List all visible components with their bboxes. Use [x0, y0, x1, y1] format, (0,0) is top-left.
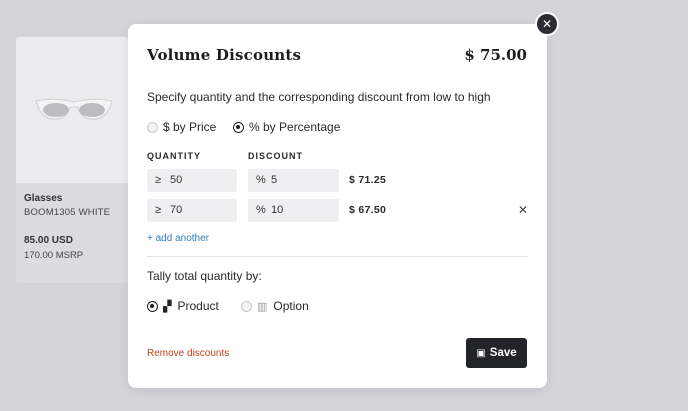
- percent-prefix: %: [256, 174, 266, 186]
- tier-row: ≥50 % 5 $ 71.25: [147, 169, 528, 192]
- product-info: Glasses BOOM1305 WHITE 85.00 USD 170.00 …: [16, 183, 128, 283]
- quantity-column-header: QUANTITY: [147, 151, 201, 161]
- tally-option-option[interactable]: ▥ Option: [241, 299, 309, 313]
- add-another-link[interactable]: + add another: [147, 233, 209, 244]
- modal-price: $ 75.00: [464, 46, 527, 64]
- discount-value: 10: [271, 204, 284, 216]
- product-icon: ▞: [163, 300, 172, 313]
- glasses-image: [35, 98, 113, 120]
- tally-product-option[interactable]: ▞ Product: [147, 299, 219, 313]
- save-icon: ▣: [476, 347, 486, 359]
- modal-title: Volume Discounts: [147, 46, 302, 64]
- discount-type-percentage-option[interactable]: % by Percentage: [233, 120, 340, 134]
- product-radio[interactable]: [147, 300, 158, 312]
- percentage-radio[interactable]: [233, 121, 244, 133]
- divider: [147, 256, 528, 257]
- product-msrp: 170.00 MSRP: [24, 250, 84, 261]
- volume-discounts-modal: Volume Discounts $ 75.00 Specify quantit…: [128, 24, 547, 388]
- percentage-radio-label: % by Percentage: [249, 120, 341, 134]
- quantity-value: 50: [170, 174, 183, 186]
- discount-column-header: DISCOUNT: [248, 151, 303, 161]
- product-name: Glasses: [24, 193, 63, 204]
- tally-label: Tally total quantity by:: [147, 269, 262, 283]
- percent-prefix: %: [256, 204, 266, 216]
- save-button-label: Save: [489, 347, 517, 359]
- product-sku: BOOM1305 WHITE: [24, 207, 111, 218]
- remove-discounts-link[interactable]: Remove discounts: [147, 348, 229, 359]
- option-radio[interactable]: [241, 300, 252, 312]
- product-card[interactable]: Glasses BOOM1305 WHITE 85.00 USD 170.00 …: [16, 37, 128, 283]
- instructions-text: Specify quantity and the corresponding d…: [147, 90, 491, 104]
- tier-total: $ 71.25: [349, 174, 387, 186]
- quantity-value: 70: [170, 204, 183, 216]
- remove-tier-icon[interactable]: ✕: [518, 199, 528, 222]
- product-price: 85.00 USD: [24, 235, 73, 246]
- discount-input[interactable]: % 5: [248, 169, 339, 192]
- price-radio-label: $ by Price: [163, 120, 217, 134]
- close-icon[interactable]: ✕: [535, 12, 559, 36]
- discount-type-price-option[interactable]: $ by Price: [147, 120, 216, 134]
- tier-total: $ 67.50: [349, 204, 387, 216]
- option-radio-label: Option: [273, 299, 309, 313]
- quantity-input[interactable]: ≥70: [147, 199, 237, 222]
- tier-row: ≥70 % 10 $ 67.50 ✕: [147, 199, 528, 222]
- option-icon: ▥: [257, 300, 268, 313]
- quantity-input[interactable]: ≥50: [147, 169, 237, 192]
- gte-prefix: ≥: [155, 204, 162, 216]
- product-radio-label: Product: [177, 299, 219, 313]
- product-image: [16, 37, 128, 183]
- discount-input[interactable]: % 10: [248, 199, 339, 222]
- save-button[interactable]: ▣ Save: [466, 338, 527, 368]
- discount-value: 5: [271, 174, 278, 186]
- gte-prefix: ≥: [155, 174, 162, 186]
- price-radio[interactable]: [147, 121, 158, 133]
